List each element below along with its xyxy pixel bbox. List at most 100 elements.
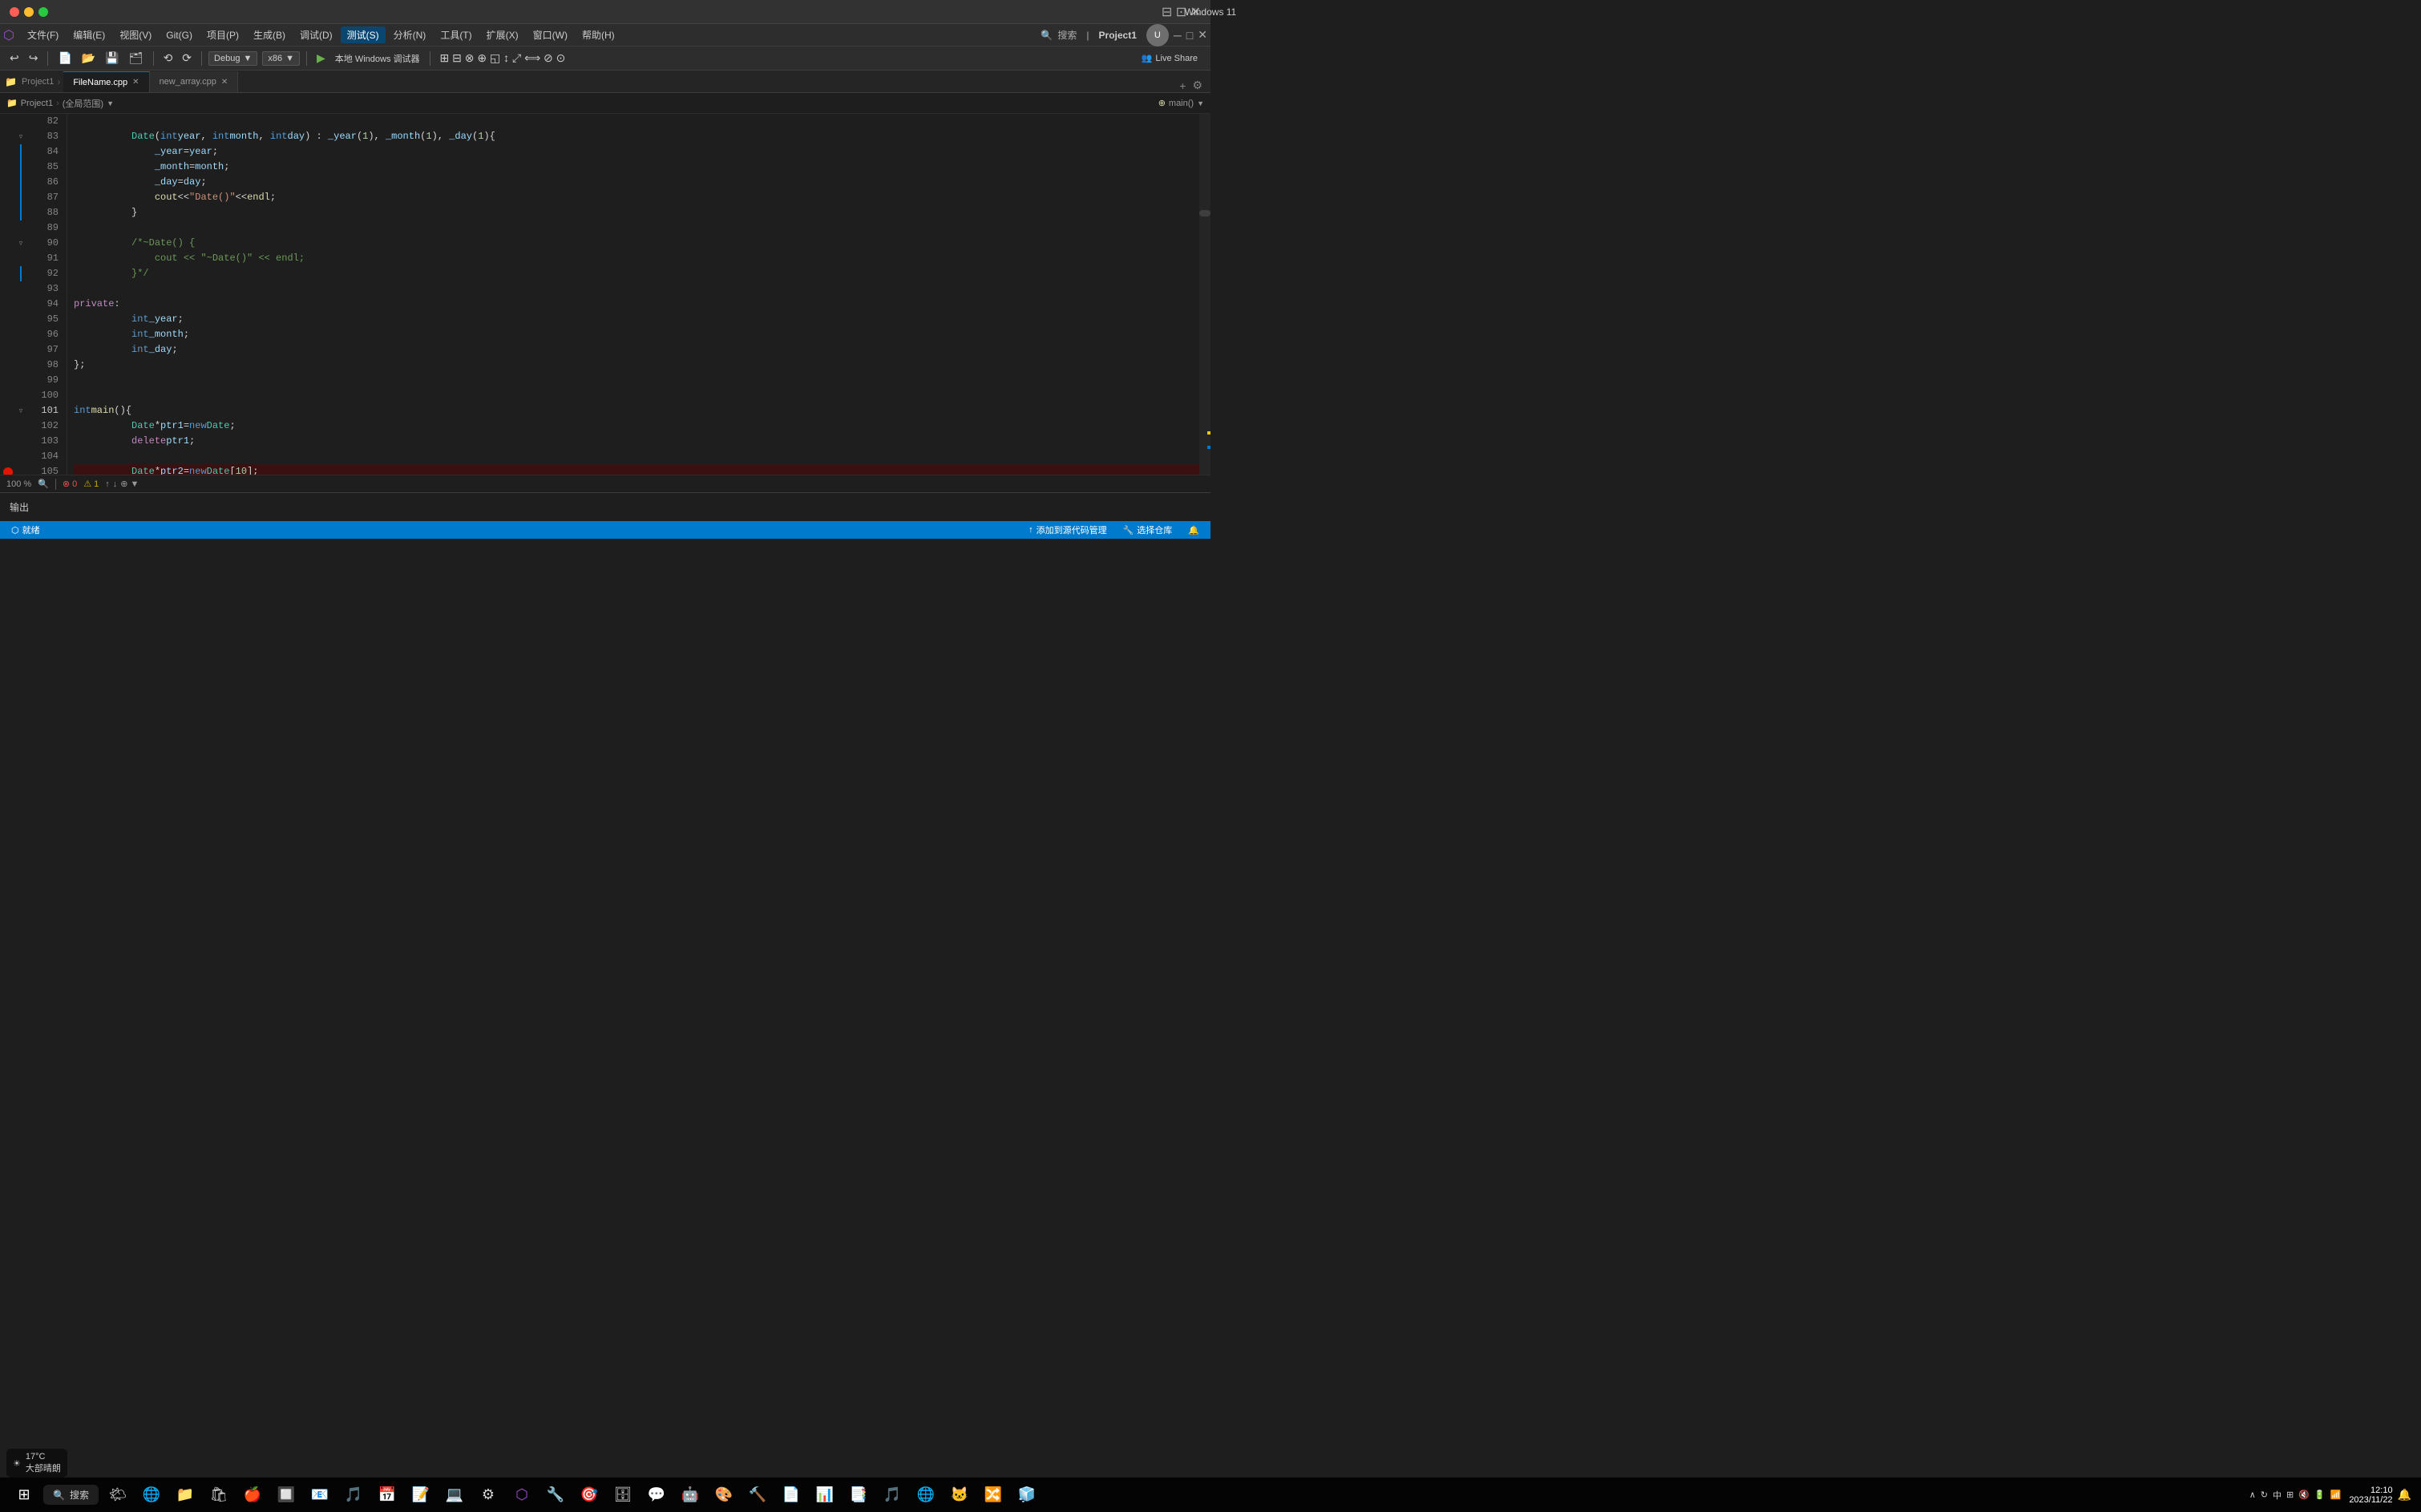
menu-file[interactable]: 文件(F) xyxy=(21,26,65,43)
gutter-line-86[interactable] xyxy=(0,175,16,190)
menu-test[interactable]: 测试(S) xyxy=(341,26,386,43)
zoom-level[interactable]: 100 % xyxy=(6,479,31,489)
redo-icon[interactable]: ↪ xyxy=(26,50,42,67)
tab-new-array-cpp[interactable]: new_array.cpp ✕ xyxy=(150,71,239,92)
menu-tools[interactable]: 工具(T) xyxy=(434,26,478,43)
taskbar-sketch-icon[interactable]: 🎨 xyxy=(709,1481,738,1510)
system-clock[interactable]: 12:10 2023/11/22 xyxy=(2349,1486,2392,1505)
tab-filename-cpp-close[interactable]: ✕ xyxy=(132,78,139,87)
code-line-90[interactable]: /*~Date() { xyxy=(74,236,1199,251)
gutter-line-91[interactable] xyxy=(0,251,16,266)
menu-window[interactable]: 窗口(W) xyxy=(527,26,574,43)
run-label[interactable]: 本地 Windows 调试器 xyxy=(332,51,423,67)
taskbar-search[interactable]: 🔍 搜索 xyxy=(43,1485,99,1505)
project-breadcrumb[interactable]: Project1 xyxy=(22,77,54,87)
code-line-100[interactable] xyxy=(74,388,1199,403)
menu-edit[interactable]: 编辑(E) xyxy=(67,26,111,43)
gutter-line-97[interactable] xyxy=(0,342,16,358)
taskbar-xcode-icon[interactable]: 🔨 xyxy=(743,1481,772,1510)
tab-settings-icon[interactable]: ⚙ xyxy=(1189,79,1206,92)
gutter-line-101[interactable] xyxy=(0,403,16,418)
gutter-line-85[interactable] xyxy=(0,160,16,175)
taskbar-wechat-icon[interactable]: 💬 xyxy=(642,1481,671,1510)
menu-build[interactable]: 生成(B) xyxy=(247,26,292,43)
gutter-line-88[interactable] xyxy=(0,205,16,220)
taskbar-android-icon[interactable]: 🤖 xyxy=(676,1481,705,1510)
save-all-icon[interactable]: 🗂 xyxy=(126,50,147,67)
taskbar-clion-icon[interactable]: 🎯 xyxy=(575,1481,604,1510)
code-line-101[interactable]: int main() { xyxy=(74,403,1199,418)
breakpoint-gutter[interactable] xyxy=(0,114,16,475)
vs-status-item[interactable]: ⬡ 就绪 xyxy=(6,524,45,536)
code-line-91[interactable]: cout << "~Date()" << endl; xyxy=(74,251,1199,266)
window-min-icon[interactable]: ─ xyxy=(1174,29,1182,42)
gutter-line-102[interactable] xyxy=(0,418,16,434)
gutter-line-84[interactable] xyxy=(0,144,16,160)
zoom-icon[interactable]: 🔍 xyxy=(38,479,49,489)
fold-line-90[interactable]: ▿ xyxy=(16,236,26,251)
tray-layout-icon[interactable]: ⊞ xyxy=(2286,1490,2294,1500)
menu-project[interactable]: 项目(P) xyxy=(200,26,245,43)
window-close-icon[interactable]: ✕ xyxy=(1198,28,1207,42)
taskbar-store-icon[interactable]: 🛍 xyxy=(204,1481,233,1510)
tray-refresh-icon[interactable]: ↻ xyxy=(2261,1490,2268,1500)
taskbar-chrome-icon[interactable]: 🌐 xyxy=(911,1481,940,1510)
tray-volume-icon[interactable]: 🔇 xyxy=(2298,1490,2310,1500)
code-line-86[interactable]: _day = day; xyxy=(74,175,1199,190)
tab-new-icon[interactable]: + xyxy=(1176,79,1189,92)
code-line-89[interactable] xyxy=(74,220,1199,236)
taskbar-calendar-icon[interactable]: 📅 xyxy=(373,1481,402,1510)
nav-down[interactable]: ↓ xyxy=(113,479,118,489)
gutter-line-105[interactable] xyxy=(0,464,16,475)
code-line-93[interactable] xyxy=(74,281,1199,297)
gutter-line-82[interactable] xyxy=(0,114,16,129)
code-line-83[interactable]: Date(int year, int month, int day) : _ye… xyxy=(74,129,1199,144)
code-line-105[interactable]: Date* ptr2 = new Date[10]; xyxy=(74,464,1199,475)
gutter-line-98[interactable] xyxy=(0,358,16,373)
menu-help[interactable]: 帮助(H) xyxy=(576,26,621,43)
warning-count[interactable]: ⚠ 1 xyxy=(83,479,99,489)
taskbar-powerpoint-icon[interactable]: 📑 xyxy=(844,1481,873,1510)
taskbar-datagrip-icon[interactable]: 🗄 xyxy=(608,1481,637,1510)
new-file-icon[interactable]: 📄 xyxy=(55,50,75,67)
code-line-99[interactable] xyxy=(74,373,1199,388)
select-repo-item[interactable]: 🔧 选择仓库 xyxy=(1118,524,1178,536)
save-icon[interactable]: 💾 xyxy=(102,50,122,67)
menu-debug[interactable]: 调试(D) xyxy=(293,26,339,43)
taskbar-git-icon[interactable]: 🔀 xyxy=(979,1481,1008,1510)
code-line-95[interactable]: int _year; xyxy=(74,312,1199,327)
undo2-icon[interactable]: ⟲ xyxy=(160,50,176,67)
taskbar-music-icon[interactable]: 🎵 xyxy=(339,1481,368,1510)
code-line-82[interactable] xyxy=(74,114,1199,129)
code-line-103[interactable]: delete ptr1; xyxy=(74,434,1199,449)
redo2-icon[interactable]: ⟳ xyxy=(179,50,195,67)
breadcrumb-scope[interactable]: (全局范围) ▼ xyxy=(63,97,114,110)
taskbar-word-icon[interactable]: 📄 xyxy=(777,1481,806,1510)
taskbar-notes-icon[interactable]: 📝 xyxy=(406,1481,435,1510)
gutter-line-100[interactable] xyxy=(0,388,16,403)
code-line-85[interactable]: _month = month; xyxy=(74,160,1199,175)
gutter-line-93[interactable] xyxy=(0,281,16,297)
fold-line-83[interactable]: ▿ xyxy=(16,129,26,144)
live-share-button[interactable]: 👥 Live Share xyxy=(1135,51,1204,65)
menu-git[interactable]: Git(G) xyxy=(160,28,199,42)
nav-filter[interactable]: ⊕ ▼ xyxy=(120,479,139,489)
taskbar-vscode-icon[interactable]: ⚙ xyxy=(474,1481,503,1510)
notification-item[interactable]: 🔔 xyxy=(1183,525,1204,536)
platform-dropdown[interactable]: x86 ▼ xyxy=(262,51,300,66)
breadcrumb-project[interactable]: 📁 Project1 xyxy=(6,98,53,108)
tray-chevron[interactable]: ∧ xyxy=(2249,1490,2256,1500)
search-menu-text[interactable]: 搜索 xyxy=(1057,28,1077,42)
gutter-line-99[interactable] xyxy=(0,373,16,388)
taskbar-launchpad-icon[interactable]: 🔲 xyxy=(272,1481,301,1510)
code-editor[interactable]: Date(int year, int month, int day) : _ye… xyxy=(67,114,1199,475)
user-avatar[interactable]: U xyxy=(1146,24,1169,46)
taskbar-mail-icon[interactable]: 📧 xyxy=(305,1481,334,1510)
start-button[interactable]: ⊞ xyxy=(10,1481,38,1510)
code-line-98[interactable]: }; xyxy=(74,358,1199,373)
taskbar-widget-icon[interactable]: 🌤 xyxy=(103,1481,132,1510)
fold-line-101[interactable]: ▿ xyxy=(16,403,26,418)
various-toolbar-icons[interactable]: ⊞ ⊟ ⊗ ⊕ ◱ ↕ ⤢ ⟺ ⊘ ⊙ xyxy=(437,50,569,67)
gutter-line-83[interactable] xyxy=(0,129,16,144)
minimize-button[interactable] xyxy=(24,7,34,17)
